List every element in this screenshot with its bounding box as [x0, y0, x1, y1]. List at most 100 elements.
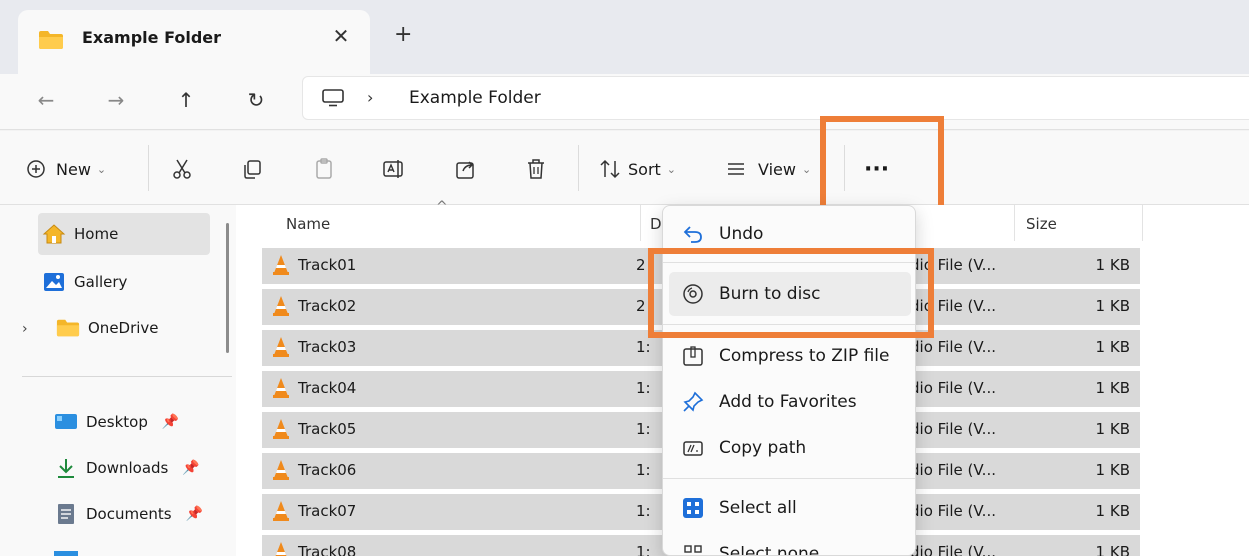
pin-icon[interactable]: 📌 — [186, 506, 203, 522]
vlc-cone-icon — [273, 501, 289, 521]
column-header-date[interactable]: D — [650, 215, 662, 233]
file-type: dio File (V... — [910, 420, 996, 438]
select-none-icon — [684, 545, 702, 553]
copy-button[interactable] — [240, 153, 264, 185]
forward-button[interactable]: → — [98, 82, 134, 118]
vlc-cone-icon — [273, 296, 289, 316]
sidebar-item-documents[interactable]: Documents 📌 — [38, 493, 228, 535]
sidebar-item-label: Downloads — [86, 459, 169, 477]
address-bar[interactable]: › Example Folder — [302, 76, 1249, 120]
menu-item-label: Select all — [719, 498, 797, 518]
file-date: 1: — [636, 420, 651, 438]
column-divider — [1142, 205, 1143, 241]
file-name: Track02 — [298, 297, 357, 315]
sidebar-item-gallery[interactable]: Gallery — [38, 261, 210, 303]
file-size: 1 KB — [1095, 256, 1130, 274]
file-name: Track08 — [298, 543, 357, 556]
refresh-button[interactable]: ↻ — [238, 82, 274, 118]
sidebar-item-onedrive[interactable]: OneDrive — [38, 307, 210, 349]
menu-item-compress-zip[interactable]: Compress to ZIP file — [669, 334, 911, 378]
computer-icon — [322, 89, 344, 107]
pictures-icon — [54, 551, 78, 556]
breadcrumb-current[interactable]: Example Folder — [409, 88, 541, 108]
tab-example-folder[interactable]: Example Folder ✕ — [18, 10, 370, 74]
highlight-burn-to-disc — [648, 248, 934, 338]
navigation-pane: Home Gallery › OneDrive Desktop 📌 Downlo… — [0, 205, 236, 556]
pin-icon — [683, 391, 704, 412]
file-type: dio File (V... — [910, 461, 996, 479]
up-button[interactable]: ↑ — [168, 82, 204, 118]
menu-item-label: Select none — [719, 544, 820, 556]
new-button[interactable]: New ⌄ — [24, 153, 106, 185]
file-size: 1 KB — [1095, 502, 1130, 520]
delete-button[interactable] — [524, 153, 548, 185]
column-divider — [1014, 205, 1015, 241]
file-date: 1: — [636, 461, 651, 479]
file-type: dio File (V... — [910, 379, 996, 397]
undo-icon — [683, 226, 702, 243]
file-size: 1 KB — [1095, 297, 1130, 315]
back-button[interactable]: ← — [28, 82, 64, 118]
chevron-right-icon[interactable]: › — [22, 321, 28, 337]
sidebar-scrollbar[interactable] — [226, 223, 229, 353]
file-size: 1 KB — [1095, 461, 1130, 479]
menu-divider — [663, 478, 915, 479]
sidebar-item-label: Desktop — [86, 413, 148, 431]
vlc-cone-icon — [273, 337, 289, 357]
column-divider — [640, 205, 641, 241]
rename-icon — [383, 160, 403, 178]
view-button[interactable]: View ⌄ — [724, 153, 811, 185]
toolbar-divider — [578, 145, 579, 191]
sidebar-item-label: Gallery — [74, 273, 128, 291]
gallery-icon — [44, 273, 64, 291]
scissors-icon — [173, 159, 191, 179]
close-tab-button[interactable]: ✕ — [330, 24, 352, 48]
sidebar-item-label: Documents — [86, 505, 172, 523]
pin-icon[interactable]: 📌 — [182, 460, 199, 476]
menu-item-select-all[interactable]: Select all — [669, 486, 911, 530]
file-date: 1: — [636, 502, 651, 520]
file-date: 2 — [636, 256, 646, 274]
chevron-down-icon: ⌄ — [96, 162, 107, 176]
menu-item-select-none[interactable]: Select none — [669, 532, 911, 556]
file-size: 1 KB — [1095, 379, 1130, 397]
column-header-size[interactable]: Size — [1026, 215, 1057, 233]
pin-icon[interactable]: 📌 — [162, 414, 179, 430]
sidebar-item-label: OneDrive — [88, 319, 159, 337]
tab-title: Example Folder — [82, 28, 222, 47]
trash-icon — [528, 159, 544, 179]
sort-arrows-icon — [600, 159, 620, 179]
folder-icon — [56, 319, 80, 337]
file-size: 1 KB — [1095, 420, 1130, 438]
file-type: dio File (V... — [910, 338, 996, 356]
sidebar-item-home[interactable]: Home — [38, 213, 210, 255]
new-label: New — [56, 159, 91, 179]
menu-item-copy-path[interactable]: Copy path — [669, 426, 911, 470]
file-name: Track04 — [298, 379, 357, 397]
share-button[interactable] — [454, 153, 478, 185]
vlc-cone-icon — [275, 542, 287, 556]
folder-icon — [39, 31, 63, 49]
desktop-icon — [55, 414, 77, 429]
file-size: 1 KB — [1095, 338, 1130, 356]
file-name: Track06 — [298, 461, 357, 479]
menu-item-label: Copy path — [719, 438, 807, 458]
copy-path-icon — [683, 441, 703, 456]
new-tab-button[interactable]: + — [394, 22, 412, 47]
rename-button[interactable] — [382, 153, 406, 185]
file-size: 1 KB — [1095, 543, 1130, 556]
file-type: dio File (V... — [910, 502, 996, 520]
sidebar-item-downloads[interactable]: Downloads 📌 — [38, 447, 228, 489]
select-all-icon — [683, 498, 703, 518]
file-date: 2 — [636, 297, 646, 315]
menu-item-add-to-favorites[interactable]: Add to Favorites — [669, 380, 911, 424]
sort-button[interactable]: Sort ⌄ — [598, 153, 676, 185]
sidebar-item-desktop[interactable]: Desktop 📌 — [38, 401, 228, 443]
vlc-cone-icon — [273, 460, 289, 480]
toolbar-divider — [148, 145, 149, 191]
chevron-right-icon[interactable]: › — [367, 88, 373, 107]
paste-button[interactable] — [312, 153, 336, 185]
cut-button[interactable] — [170, 153, 194, 185]
column-header-name[interactable]: Name — [286, 215, 330, 233]
command-bar: New ⌄ Sort ⌄ View ⌄ ··· — [0, 131, 1249, 205]
